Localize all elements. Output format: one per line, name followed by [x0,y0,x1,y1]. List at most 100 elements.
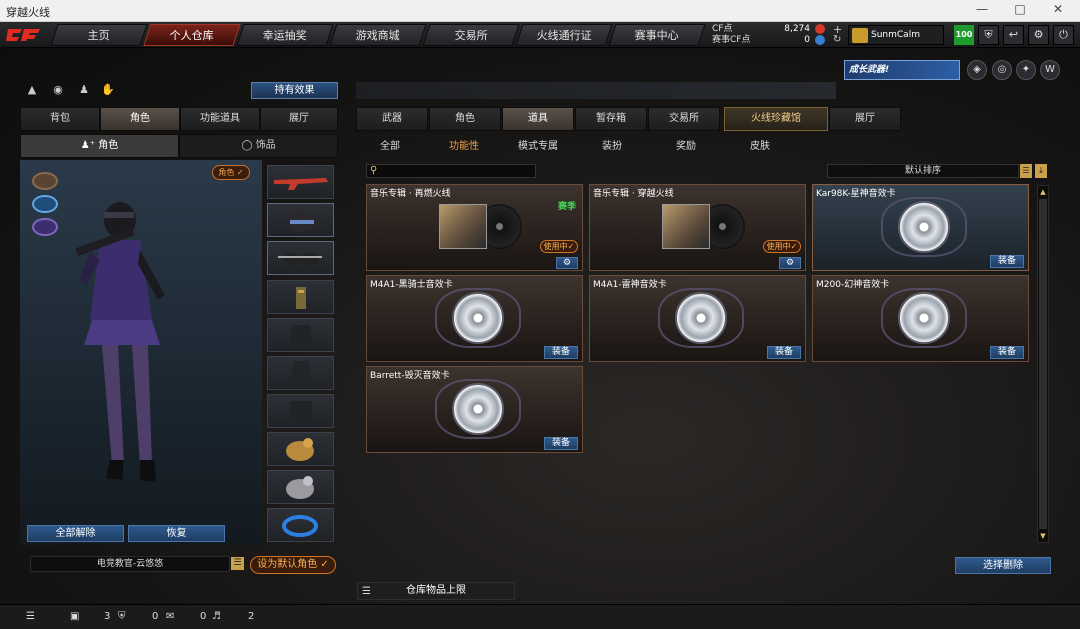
nav-tab-exchange[interactable]: 交易所 [422,24,520,46]
slot-helmet[interactable] [267,203,334,237]
character-name-field[interactable]: 电竞教官-云悠悠 [30,556,230,572]
filter-reward[interactable]: 奖励 [656,137,716,152]
badge-icon[interactable]: ◈ [967,60,987,80]
filter-all[interactable]: 全部 [360,137,420,152]
nav-tab-warehouse[interactable]: 个人仓库 [143,24,241,46]
emblem-icon[interactable] [32,172,58,190]
stats-icon[interactable]: ▲ [24,83,40,97]
right-tab-storage[interactable]: 暂存箱 [575,107,647,131]
scrollbar-thumb[interactable] [1039,199,1047,529]
slot-top[interactable] [267,318,334,352]
restore-button[interactable]: 恢复 [128,525,225,542]
nav-tab-events[interactable]: 赛事中心 [608,24,706,46]
filter-cosmetic[interactable]: 装扮 [582,137,642,152]
right-tab-characters[interactable]: 角色 [429,107,501,131]
settings-icon[interactable]: ⚙ [556,257,578,269]
maximize-icon[interactable]: □ [1008,2,1032,20]
emblem-icon[interactable] [32,195,58,213]
slot-vest[interactable] [267,356,334,390]
promo-banner[interactable]: 成长武器! [844,60,960,80]
item-card[interactable]: 音乐专辑 · 穿越火线 使用中✓ ⚙ [589,184,806,271]
right-tab-items[interactable]: 道具 [502,107,574,131]
search-input[interactable]: ⚲ [366,164,536,178]
return-icon[interactable]: ↩ [1003,25,1024,45]
top-nav: 主页 个人仓库 幸运抽奖 游戏商城 交易所 火线通行证 赛事中心 CF点 赛事C… [0,22,1080,48]
slot-bottom[interactable] [267,394,334,428]
power-icon[interactable]: ⏻ [1053,25,1074,45]
owned-effect-button[interactable]: 持有效果 [251,82,338,99]
slot-accessory[interactable] [267,508,334,542]
filter-mode[interactable]: 模式专属 [508,137,568,152]
nav-tab-pass[interactable]: 火线通行证 [515,24,613,46]
sort-dropdown[interactable]: 默认排序 [827,164,1019,178]
speaker-icon[interactable]: ♬ [212,611,221,622]
shield-small-icon[interactable]: ⛨ [118,611,126,622]
sort-order-icon[interactable]: ↓ [1035,164,1047,178]
equip-button[interactable]: 装备 [544,346,578,359]
wolf-icon[interactable]: W [1040,60,1060,80]
left-tab-function-items[interactable]: 功能道具 [180,107,260,131]
item-name: 音乐专辑 · 穿越火线 [593,189,674,199]
item-card[interactable]: M4A1-黑骑士音效卡 装备 [366,275,583,362]
subtab-label: 饰品 [255,140,276,151]
storage-limit-button[interactable]: ☰ 仓库物品上限 [357,582,515,600]
slot-weapon[interactable] [267,165,334,199]
slot-radio[interactable] [267,280,334,314]
equip-button[interactable]: 装备 [767,346,801,359]
list-icon[interactable]: ☰ [231,557,244,570]
settings-icon[interactable]: ⚙ [779,257,801,269]
slot-goggles[interactable] [267,241,334,275]
slot-pet-silver[interactable] [267,470,334,504]
item-card[interactable]: M200-幻神音效卡 装备 [812,275,1029,362]
filter-functional[interactable]: 功能性 [434,137,494,152]
emblem-icon[interactable] [32,218,58,236]
refresh-icon[interactable]: ↻ [833,34,841,45]
nav-tab-lottery[interactable]: 幸运抽奖 [236,24,334,46]
star-icon[interactable]: ✦ [1016,60,1036,80]
hand-icon[interactable]: ✋ [100,83,116,97]
equip-button[interactable]: 装备 [990,346,1024,359]
globe-icon[interactable]: ◎ [992,60,1012,80]
right-tab-showroom[interactable]: 展厅 [829,107,901,131]
minimize-icon[interactable]: — [970,2,994,20]
scroll-up-icon[interactable]: ▲ [1038,187,1048,197]
equip-button[interactable]: 装备 [544,437,578,450]
backpack-icon[interactable]: ▣ [70,611,79,622]
right-tab-collection[interactable]: 火线珍藏馆 [724,107,828,131]
close-icon[interactable]: ✕ [1046,2,1070,20]
left-tab-bag[interactable]: 背包 [20,107,100,131]
ring-icon [282,515,318,537]
eye-icon[interactable]: ◉ [50,83,66,97]
nav-tab-shop[interactable]: 游戏商城 [329,24,427,46]
list-view-icon[interactable]: ☰ [1020,164,1032,178]
right-tab-weapons[interactable]: 武器 [356,107,428,131]
chat-icon[interactable]: ✉ [166,611,174,622]
username: SunmCalm [871,30,920,40]
item-card[interactable]: Kar98K-星神音效卡 装备 [812,184,1029,271]
shield-icon[interactable]: ⛨ [978,25,999,45]
subtab-accessory[interactable]: ◯ 饰品 [179,134,338,158]
user-profile[interactable]: SunmCalm [848,25,944,45]
set-default-character-button[interactable]: 设为默认角色 ✓ [250,556,336,574]
item-card[interactable]: 音乐专辑 · 再燃火线 赛季 使用中✓ ⚙ [366,184,583,271]
unequip-all-button[interactable]: 全部解除 [27,525,124,542]
item-name: M200-幻神音效卡 [816,280,890,290]
item-card[interactable]: Barrett-毁灭音效卡 装备 [366,366,583,453]
character-preview[interactable] [20,160,262,545]
gear-icon[interactable]: ⚙ [1028,25,1049,45]
storage-limit-label: 仓库物品上限 [406,585,466,596]
left-tab-character[interactable]: 角色 [100,107,180,131]
nav-tab-home[interactable]: 主页 [50,24,148,46]
scroll-down-icon[interactable]: ▼ [1038,531,1048,541]
currency-labels: CF点 赛事CF点 [712,24,750,46]
filter-skin[interactable]: 皮肤 [730,137,790,152]
right-tab-exchange[interactable]: 交易所 [648,107,720,131]
menu-icon[interactable]: ☰ [26,611,35,622]
equip-button[interactable]: 装备 [990,255,1024,268]
select-delete-button[interactable]: 选择删除 [955,557,1051,574]
character-icon[interactable]: ♟ [76,83,92,97]
item-card[interactable]: M4A1-雷神音效卡 装备 [589,275,806,362]
left-tab-showroom[interactable]: 展厅 [260,107,338,131]
slot-pet-dragon[interactable] [267,432,334,466]
subtab-character[interactable]: ♟⁺ 角色 [20,134,179,158]
